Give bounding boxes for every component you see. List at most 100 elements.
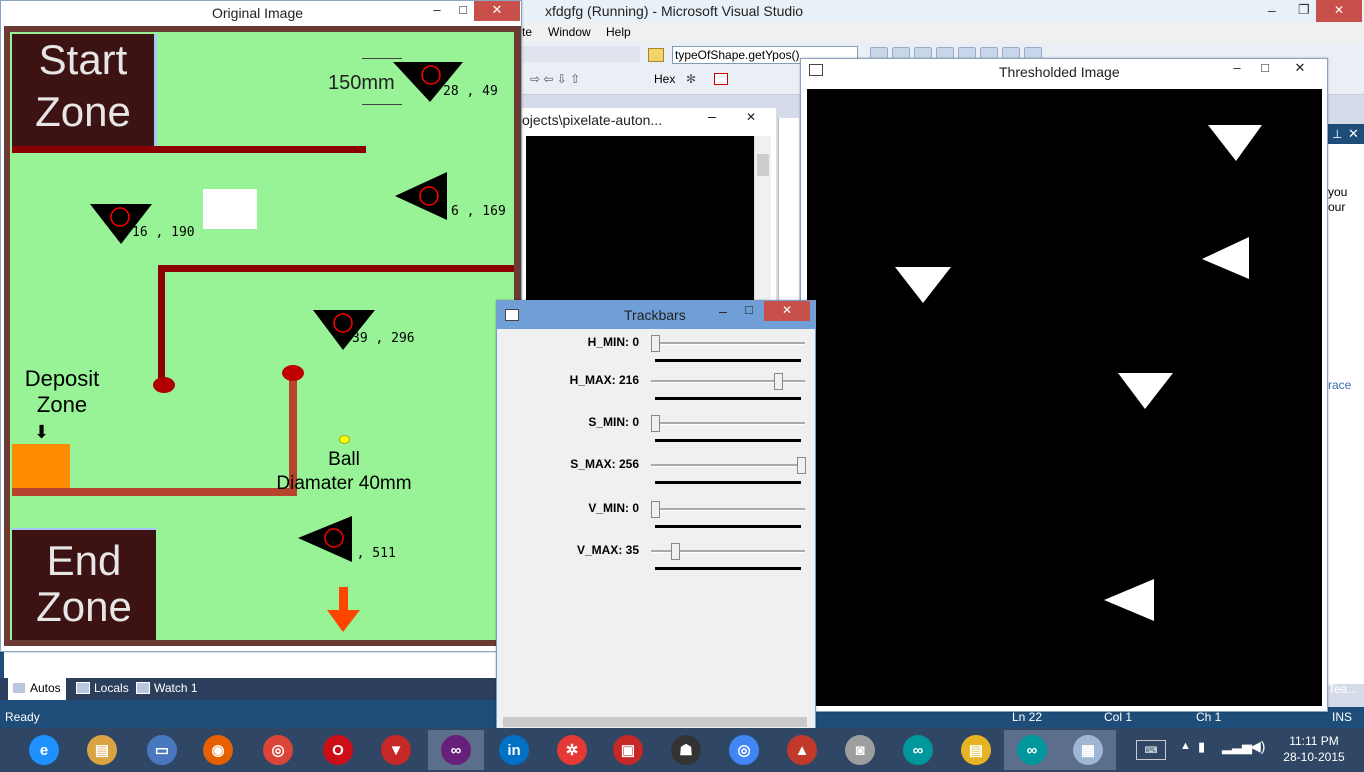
trackbar-thumb[interactable] [651, 335, 660, 352]
taskbar: e ▤ ▭ ◉ ◎ O ▼ ∞ in ✲ ▣ ☗ ◎ ▲ ◙ ∞ ▤ ∞ ▦ ⌨ ▲ ▮ ▂▃▅ ◀) 11:11 … [0, 728, 1364, 772]
trackbar-slider[interactable] [651, 543, 805, 560]
toolbar-strip [520, 46, 640, 62]
tab-watch[interactable]: Watch 1 [136, 681, 198, 695]
taskbar-app-cs[interactable]: ☗ [658, 730, 714, 770]
taskbar-app-chrome2[interactable]: ◎ [716, 730, 772, 770]
trackbar-thumb[interactable] [671, 543, 680, 560]
stop-icon[interactable] [714, 73, 728, 85]
hex-button[interactable]: Hex [654, 72, 675, 86]
taskbar-app-camera[interactable]: ◙ [832, 730, 888, 770]
camera-icon: ◙ [845, 735, 875, 765]
trackbar-thumb[interactable] [651, 501, 660, 518]
notes-icon: ▤ [961, 735, 991, 765]
trackbars-close-button[interactable]: ✕ [764, 301, 810, 321]
thresholded-maximize-button[interactable]: □ [1257, 59, 1273, 79]
window-icon: ▦ [1073, 735, 1103, 765]
trackbar-thumb[interactable] [774, 373, 783, 390]
find-icon[interactable] [648, 48, 664, 62]
trackbar-slider[interactable] [651, 373, 805, 390]
console-minimize-button[interactable]: – [708, 108, 716, 124]
side-text-our: our [1328, 200, 1346, 214]
menu-item-help[interactable]: Help [606, 25, 631, 39]
coord-label-5: 9 , 511 [341, 546, 396, 561]
trackbar-row: S_MAX: 256 [511, 457, 811, 497]
keyboard-icon[interactable]: ⌨ [1136, 740, 1166, 760]
side-text-team[interactable]: Tea... [1328, 682, 1357, 696]
taskbar-app-firefox[interactable]: ◉ [190, 730, 246, 770]
taskbar-app-media[interactable]: ▼ [368, 730, 424, 770]
breakpoint-icon[interactable]: ✻ [686, 72, 696, 86]
original-minimize-button[interactable]: – [429, 1, 445, 21]
thresholded-minimize-button[interactable]: – [1229, 59, 1245, 79]
taskbar-app-ie[interactable]: e [16, 730, 72, 770]
trackbar-divider [655, 359, 801, 362]
trackbar-slider[interactable] [651, 335, 805, 352]
power-icon[interactable]: ▮ [1198, 739, 1205, 755]
taskbar-app-wheel[interactable]: ✲ [544, 730, 600, 770]
firefox-icon: ◉ [203, 735, 233, 765]
taskbar-app-arduino[interactable]: ∞ [890, 730, 946, 770]
volume-icon[interactable]: ◀) [1250, 738, 1265, 755]
vs-close-button[interactable]: ✕ [1316, 0, 1362, 22]
vs-title: xfdgfg (Running) - Microsoft Visual Stud… [545, 3, 804, 19]
tab-autos[interactable]: Autos [12, 681, 61, 695]
taskbar-app-arduino2[interactable]: ∞ [1004, 730, 1060, 770]
console-close-button[interactable]: ✕ [728, 108, 774, 128]
vs-title-bar: xfdgfg (Running) - Microsoft Visual Stud… [520, 0, 1364, 22]
tv-icon: ▣ [613, 735, 643, 765]
taskbar-app-app[interactable]: ▲ [774, 730, 830, 770]
tray-expand-icon[interactable]: ▲ [1180, 740, 1191, 752]
trackbars-title-bar: Trackbars – □ ✕ [497, 301, 815, 329]
trackbar-label: H_MIN: 0 [587, 335, 639, 349]
solution-panel: ⊥ ✕ you our race [1326, 124, 1364, 684]
menu-item-window[interactable]: Window [548, 25, 591, 39]
clock-time: 11:11 PM [1289, 734, 1339, 748]
trackbars-maximize-button[interactable]: □ [745, 302, 753, 317]
trackbar-row: S_MIN: 0 [511, 415, 811, 455]
vs-minimize-button[interactable]: – [1268, 2, 1276, 18]
pin-icon[interactable]: ⊥ [1332, 127, 1342, 141]
wheel-icon: ✲ [557, 735, 587, 765]
taskbar-app-explorer[interactable]: ▤ [74, 730, 130, 770]
taskbar-app-opera[interactable]: O [310, 730, 366, 770]
trackbar-slider[interactable] [651, 501, 805, 518]
thresholded-close-button[interactable]: ✕ [1277, 59, 1323, 79]
taskbar-app-vs[interactable]: ∞ [428, 730, 484, 770]
opera-icon: O [323, 735, 353, 765]
tab-locals-label: Locals [94, 681, 129, 695]
trackbar-divider [655, 481, 801, 484]
trackbar-slider[interactable] [651, 415, 805, 432]
trackbar-slider[interactable] [651, 457, 806, 474]
trackbar-thumb[interactable] [651, 415, 660, 432]
taskbar-app-intel[interactable]: in [486, 730, 542, 770]
original-close-button[interactable]: ✕ [474, 1, 520, 21]
chrome2-icon: ◎ [729, 735, 759, 765]
network-icon[interactable]: ▂▃▅ [1222, 739, 1252, 755]
menu-item-te[interactable]: te [522, 25, 532, 39]
taskbar-app-tv[interactable]: ▣ [600, 730, 656, 770]
taskbar-app-notes[interactable]: ▤ [948, 730, 1004, 770]
trackbar-thumb[interactable] [797, 457, 806, 474]
watch-icon [136, 682, 150, 694]
console-path: ojects\pixelate-auton... [522, 112, 663, 128]
trackbars-minimize-button[interactable]: – [719, 303, 727, 319]
clock[interactable]: 11:11 PM 28-10-2015 [1278, 733, 1350, 765]
taskbar-app-window[interactable]: ▦ [1060, 730, 1116, 770]
step-icons[interactable]: ⇨ ⇦ ⇩ ⇧ [530, 72, 580, 86]
vs-restore-button[interactable]: ❐ [1298, 2, 1310, 18]
debug-tabs: Autos Locals Watch 1 [0, 678, 497, 700]
trackbar-label: H_MAX: 216 [569, 373, 639, 387]
taskbar-app-lenovo[interactable]: ▭ [134, 730, 190, 770]
taskbar-app-chrome[interactable]: ◎ [250, 730, 306, 770]
trackbars-body: H_MIN: 0 H_MAX: 216 S_MIN: 0 S_MAX: 256 V_MI… [503, 331, 807, 717]
trackbar-divider [655, 397, 801, 400]
original-maximize-button[interactable]: □ [455, 1, 471, 21]
side-text-race[interactable]: race [1328, 378, 1351, 392]
scrollbar-thumb[interactable] [757, 154, 769, 176]
locals-icon [76, 682, 90, 694]
thresholded-image-window: Thresholded Image – □ ✕ [800, 58, 1328, 712]
tab-locals[interactable]: Locals [76, 681, 129, 695]
ie-icon: e [29, 735, 59, 765]
status-line: Ln 22 [1012, 710, 1043, 724]
panel-close-icon[interactable]: ✕ [1348, 126, 1359, 142]
